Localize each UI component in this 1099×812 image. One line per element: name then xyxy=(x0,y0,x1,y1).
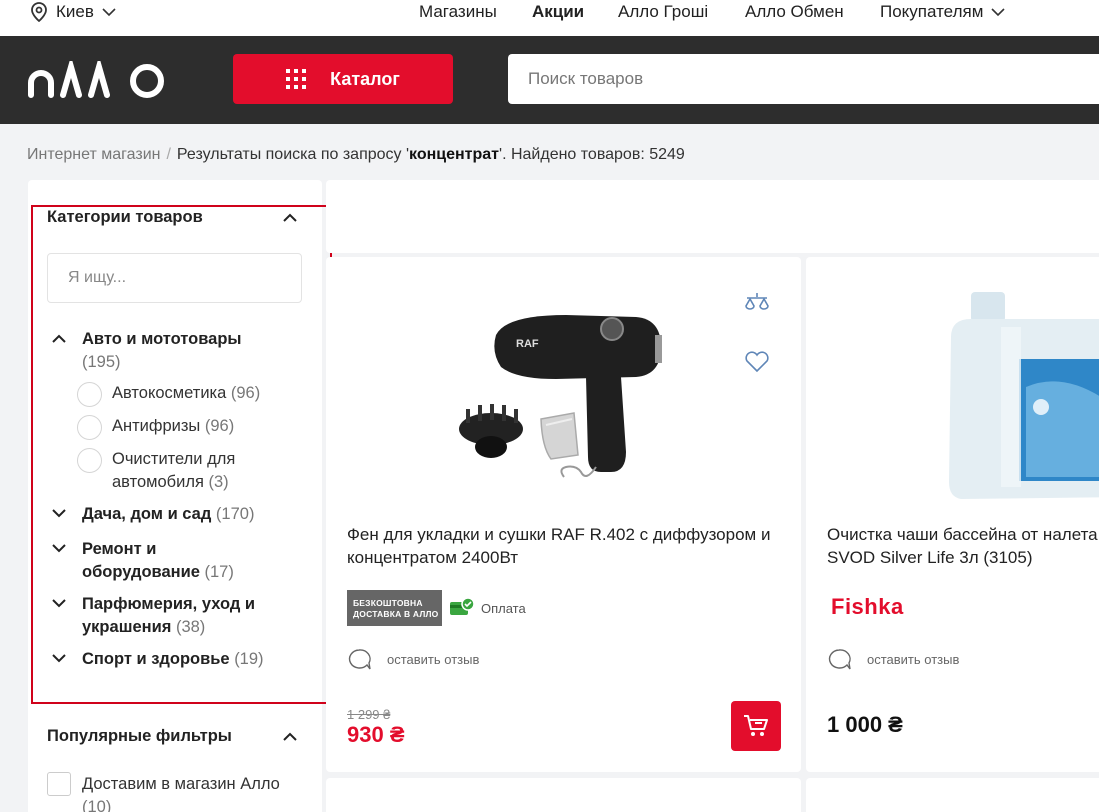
category-sport[interactable]: Спорт и здоровье (19) xyxy=(52,648,302,671)
sale-price: 930 ₴ xyxy=(347,722,405,747)
category-perfumery[interactable]: Парфюмерия, уход и украшения (38) xyxy=(52,593,287,639)
nav-customers[interactable]: Покупателям xyxy=(880,0,1005,24)
grid-icon xyxy=(286,69,307,89)
nav-customers-label: Покупателям xyxy=(880,2,984,21)
subcategory-count: (96) xyxy=(204,417,235,435)
chevron-up-icon xyxy=(52,334,66,343)
heart-wishlist-icon[interactable] xyxy=(743,350,771,374)
product-title[interactable]: Фен для укладки и сушки RAF R.402 с дифф… xyxy=(347,523,792,569)
subcategory-autocosmetics[interactable]: Автокосметика (96) xyxy=(77,382,292,407)
search-input[interactable] xyxy=(508,54,1099,104)
category-repair[interactable]: Ремонт и оборудование (17) xyxy=(52,538,252,584)
payment-label: Оплата xyxy=(481,600,526,616)
pool-cleaner-canister-image[interactable] xyxy=(941,277,1099,512)
fishka-logo: Fishka xyxy=(831,594,904,619)
category-count: (17) xyxy=(204,563,234,581)
category-count: (38) xyxy=(175,618,206,636)
svg-text:RAF: RAF xyxy=(516,338,539,350)
category-label: Ремонт и оборудование xyxy=(82,540,200,581)
nav-promotions[interactable]: Акции xyxy=(532,0,584,24)
subcategory-count: (96) xyxy=(230,384,261,402)
search-result-count: '. Найдено товаров: 5249 xyxy=(499,146,685,163)
chevron-down-icon xyxy=(52,599,66,608)
allo-logo[interactable] xyxy=(27,61,175,99)
checkbox[interactable] xyxy=(47,772,71,796)
chevron-down-icon xyxy=(52,509,66,518)
compare-scales-icon[interactable] xyxy=(743,291,771,315)
chevron-down-icon xyxy=(102,7,116,16)
popular-filter-label: Доставим в магазин Алло xyxy=(82,775,280,793)
breadcrumb-separator: / xyxy=(166,146,171,163)
breadcrumb-home-link[interactable]: Интернет магазин xyxy=(27,146,160,163)
sort-panel xyxy=(326,180,1099,253)
product-card[interactable] xyxy=(326,778,801,812)
subcategory-car-cleaners[interactable]: Очистители для автомобиля (3) xyxy=(77,448,292,494)
chevron-down-icon xyxy=(52,654,66,663)
old-price: 1 299 ₴ xyxy=(347,707,391,722)
product-card[interactable] xyxy=(806,778,1099,812)
search-query: концентрат xyxy=(409,146,500,163)
category-count: (170) xyxy=(215,505,255,523)
popular-filter-count: (10) xyxy=(82,798,112,812)
cart-icon xyxy=(744,715,768,736)
comment-bubble-icon xyxy=(828,649,851,670)
radio-button[interactable] xyxy=(77,382,102,407)
review-label: оставить отзыв xyxy=(867,651,960,667)
product-card[interactable]: RAF xyxy=(326,257,801,772)
leave-review-link[interactable]: оставить отзыв xyxy=(347,648,479,670)
product-title[interactable]: Очистка чаши бассейна от налета SVOD Sil… xyxy=(827,523,1099,571)
nav-stores[interactable]: Магазины xyxy=(419,0,497,24)
subcategory-count: (3) xyxy=(208,473,229,491)
leave-review-link[interactable]: оставить отзыв xyxy=(827,648,959,670)
header: Каталог xyxy=(0,36,1099,124)
popular-filters-title[interactable]: Популярные фильтры xyxy=(47,727,232,746)
chevron-up-icon[interactable] xyxy=(283,732,297,741)
product-card[interactable] xyxy=(806,257,1099,772)
popular-filter-item[interactable]: Доставим в магазин Алло (10) xyxy=(82,773,312,812)
nav-allo-exchange[interactable]: Алло Обмен xyxy=(745,0,844,24)
chevron-down-icon xyxy=(52,544,66,553)
card-check-icon xyxy=(450,598,475,615)
chevron-up-icon[interactable] xyxy=(283,213,297,222)
subcategory-label: Антифризы xyxy=(112,417,201,435)
category-label: Авто и мототовары xyxy=(82,330,242,348)
nav-allo-groshi[interactable]: Алло Гроші xyxy=(618,0,708,24)
radio-button[interactable] xyxy=(77,448,102,473)
category-count: (19) xyxy=(234,650,264,668)
city-name: Киев xyxy=(56,2,94,21)
add-to-cart-button[interactable] xyxy=(731,701,781,751)
chevron-down-icon xyxy=(991,7,1005,16)
category-label: Спорт и здоровье xyxy=(82,650,230,668)
comment-bubble-icon xyxy=(348,649,371,670)
category-search-input[interactable] xyxy=(47,253,302,303)
category-label: Парфюмерия, уход и украшения xyxy=(82,595,256,636)
free-delivery-badge: БЕЗКОШТОВНА ДОСТАВКА В АЛЛО xyxy=(347,590,442,626)
categories-title[interactable]: Категории товаров xyxy=(47,208,203,227)
category-garden[interactable]: Дача, дом и сад (170) xyxy=(52,503,302,526)
catalog-button-label: Каталог xyxy=(330,68,400,89)
price: 1 000 ₴ xyxy=(827,712,903,737)
catalog-button[interactable]: Каталог xyxy=(233,54,453,104)
review-label: оставить отзыв xyxy=(387,651,480,667)
category-label: Дача, дом и сад xyxy=(82,505,212,523)
top-bar: Киев Магазины Акции Алло Гроші Алло Обме… xyxy=(0,0,1099,36)
payment-label-wrap: Оплата xyxy=(449,598,526,618)
radio-button[interactable] xyxy=(77,415,102,440)
search-result-prefix: Результаты поиска по запросу ' xyxy=(176,146,410,163)
subcategory-antifreeze[interactable]: Антифризы (96) xyxy=(77,415,292,440)
category-count: (195) xyxy=(82,353,121,371)
subcategory-label: Автокосметика xyxy=(112,384,227,402)
category-auto[interactable]: Авто и мототовары (195) xyxy=(52,328,302,374)
hair-dryer-image[interactable]: RAF xyxy=(446,297,686,497)
location-pin-icon xyxy=(31,2,47,22)
city-selector[interactable]: Киев xyxy=(30,0,124,24)
breadcrumb: Интернет магазин / Результаты поиска по за… xyxy=(27,146,685,164)
